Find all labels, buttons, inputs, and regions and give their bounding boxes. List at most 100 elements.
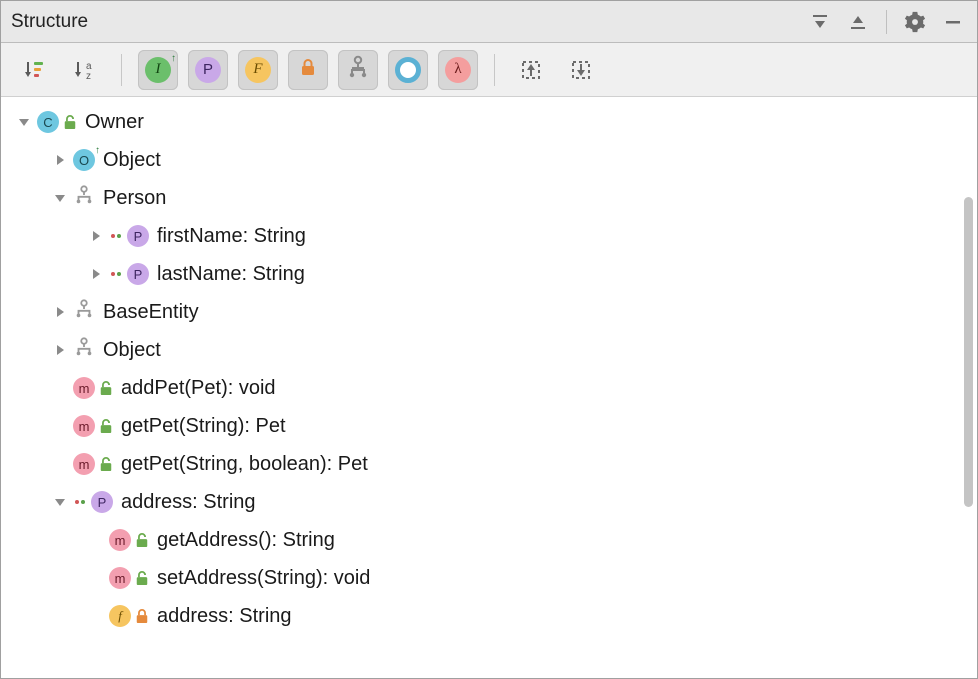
chevron-down-icon: [54, 496, 66, 508]
chevron-right-icon: [90, 230, 102, 242]
chevron-down-icon: [54, 192, 66, 204]
node-label: getPet(String, boolean): Pet: [121, 453, 368, 476]
expand-all-icon: [810, 12, 830, 32]
collapse-arrow[interactable]: [13, 111, 35, 133]
node-icons: O↑: [73, 149, 95, 171]
node-icons: m: [73, 415, 113, 437]
toolbar: a z I↑ PF λ: [1, 43, 977, 97]
autoscroll-from-source-button[interactable]: [561, 50, 601, 90]
ring-icon: [395, 57, 421, 83]
gutter-dots-icon: [73, 500, 87, 504]
public-icon: [99, 380, 113, 396]
property-icon: P: [127, 225, 149, 247]
tree-row[interactable]: BaseEntity: [3, 293, 977, 331]
show-anonymous-button[interactable]: [388, 50, 428, 90]
show-properties-icon: P: [195, 57, 221, 83]
method-icon: m: [73, 453, 95, 475]
class-icon: O↑: [73, 149, 95, 171]
method-icon: m: [73, 377, 95, 399]
structure-tree[interactable]: C Owner O↑ Object Person PfirstName: String…: [1, 97, 977, 678]
method-icon: m: [109, 529, 131, 551]
show-non-public-button[interactable]: [288, 50, 328, 90]
show-lambdas-button[interactable]: λ: [438, 50, 478, 90]
chevron-right-icon: [90, 268, 102, 280]
field-icon: f: [109, 605, 131, 627]
tree-row[interactable]: C Owner: [3, 103, 977, 141]
inherited-icon: [73, 184, 95, 212]
tree-row[interactable]: PfirstName: String: [3, 217, 977, 255]
tree-row[interactable]: m getAddress(): String: [3, 521, 977, 559]
show-properties-button[interactable]: P: [188, 50, 228, 90]
tree-row[interactable]: m addPet(Pet): void: [3, 369, 977, 407]
tree-row[interactable]: PlastName: String: [3, 255, 977, 293]
titlebar: Structure: [1, 1, 977, 43]
svg-text:z: z: [86, 71, 91, 82]
expand-arrow[interactable]: [85, 225, 107, 247]
show-inherited-button[interactable]: [338, 50, 378, 90]
node-icons: C: [37, 111, 77, 133]
tree-row[interactable]: f address: String: [3, 597, 977, 635]
node-label: Object: [103, 149, 161, 172]
show-fields-button[interactable]: F: [238, 50, 278, 90]
content-wrap: C Owner O↑ Object Person PfirstName: String…: [1, 97, 977, 678]
scrollbar[interactable]: [962, 197, 975, 674]
method-icon: m: [73, 415, 95, 437]
node-label: Person: [103, 187, 166, 210]
node-icons: [73, 336, 95, 364]
expand-arrow[interactable]: [85, 263, 107, 285]
show-interfaces-button[interactable]: I↑: [138, 50, 178, 90]
property-icon: P: [127, 263, 149, 285]
show-lambdas-icon: λ: [445, 57, 471, 83]
tree-row[interactable]: O↑ Object: [3, 141, 977, 179]
public-icon: [135, 570, 149, 586]
public-icon: [63, 114, 77, 130]
gutter-dots-icon: [109, 234, 123, 238]
node-icons: m: [109, 529, 149, 551]
collapse-all-icon: [848, 12, 868, 32]
node-icons: m: [109, 567, 149, 589]
tree-row[interactable]: m setAddress(String): void: [3, 559, 977, 597]
scrollbar-thumb[interactable]: [964, 197, 973, 507]
sort-alpha-button[interactable]: a z: [65, 50, 105, 90]
settings-button[interactable]: [901, 8, 929, 36]
node-label: address: String: [157, 605, 292, 628]
title-actions: [806, 8, 967, 36]
node-label: address: String: [121, 491, 256, 514]
collapse-all-button[interactable]: [844, 8, 872, 36]
chevron-right-icon: [54, 344, 66, 356]
node-icons: [73, 184, 95, 212]
inherit-icon: [346, 55, 370, 84]
node-icons: [73, 298, 95, 326]
chevron-right-icon: [54, 154, 66, 166]
tree-row[interactable]: Person: [3, 179, 977, 217]
tree-row[interactable]: Paddress: String: [3, 483, 977, 521]
show-interfaces-icon: I↑: [145, 57, 171, 83]
toolbar-separator: [121, 54, 122, 86]
chevron-down-icon: [18, 116, 30, 128]
minimize-button[interactable]: [939, 8, 967, 36]
expand-arrow[interactable]: [49, 301, 71, 323]
tree-row[interactable]: m getPet(String, boolean): Pet: [3, 445, 977, 483]
tree-row[interactable]: m getPet(String): Pet: [3, 407, 977, 445]
node-label: firstName: String: [157, 225, 306, 248]
expand-arrow[interactable]: [49, 339, 71, 361]
expand-all-button[interactable]: [806, 8, 834, 36]
minimize-icon: [943, 12, 963, 32]
collapse-arrow[interactable]: [49, 491, 71, 513]
public-icon: [135, 532, 149, 548]
sort-visibility-button[interactable]: [15, 50, 55, 90]
public-icon: [99, 418, 113, 434]
chevron-right-icon: [54, 306, 66, 318]
lock-icon: [300, 58, 316, 81]
autoscroll-to-source-button[interactable]: [511, 50, 551, 90]
tree-row[interactable]: Object: [3, 331, 977, 369]
class-icon: C: [37, 111, 59, 133]
node-icons: m: [73, 377, 113, 399]
title-separator: [886, 10, 887, 34]
node-icons: P: [109, 225, 149, 247]
node-label: setAddress(String): void: [157, 567, 370, 590]
node-label: Owner: [85, 111, 144, 134]
expand-arrow[interactable]: [49, 149, 71, 171]
gear-icon: [904, 11, 926, 33]
collapse-arrow[interactable]: [49, 187, 71, 209]
